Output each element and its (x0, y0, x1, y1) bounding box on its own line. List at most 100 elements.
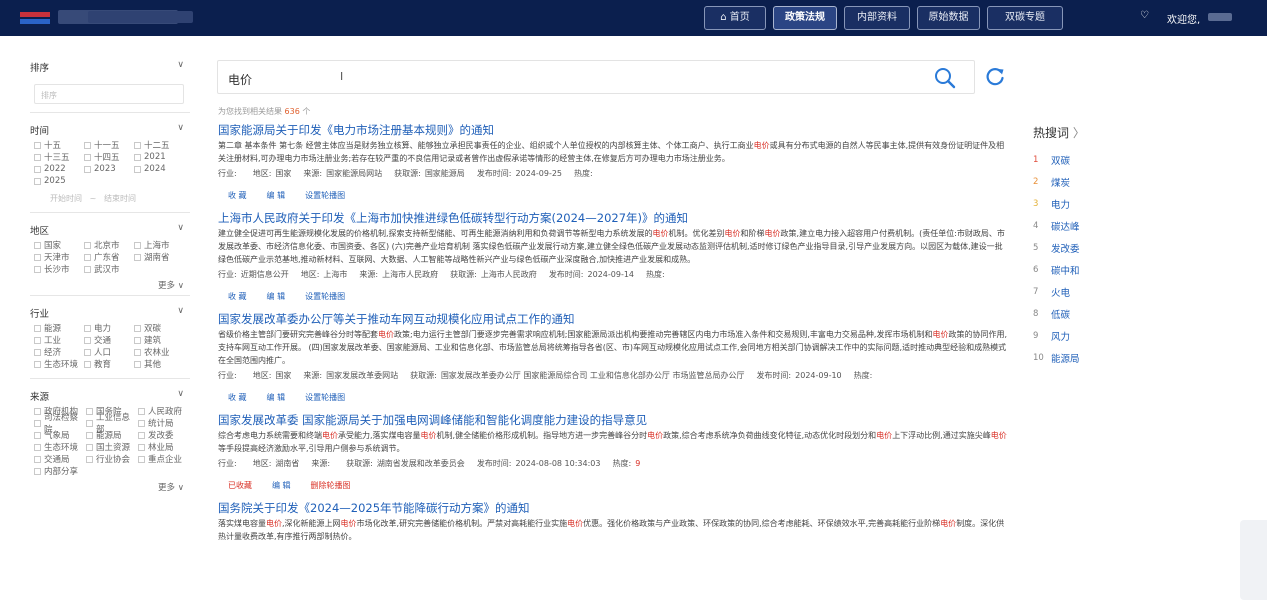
hot-search-item[interactable]: 5 发改委 (1033, 237, 1153, 259)
checkbox[interactable] (86, 419, 93, 427)
checkbox[interactable] (34, 265, 41, 273)
chevron-down-icon[interactable]: ∨ (177, 389, 184, 399)
edit-button[interactable]: 编 辑 (267, 392, 286, 404)
filter-option[interactable]: 工业信息部 (86, 413, 138, 435)
filter-option[interactable]: 统计局 (138, 417, 190, 429)
checkbox[interactable] (34, 336, 41, 344)
checkbox[interactable] (134, 360, 141, 368)
filter-option[interactable]: 武汉市 (84, 263, 134, 275)
search-icon[interactable] (934, 67, 956, 89)
checkbox[interactable] (134, 253, 141, 261)
hot-search-title[interactable]: 热搜词 〉 (1033, 124, 1153, 141)
checkbox[interactable] (134, 241, 141, 249)
heart-icon[interactable]: ♡ (1140, 10, 1149, 21)
filter-option[interactable]: 天津市 (34, 251, 84, 263)
filter-option[interactable]: 上海市 (134, 239, 184, 251)
hot-search-keyword[interactable]: 发改委 (1051, 241, 1080, 255)
filter-option[interactable]: 广东省 (84, 251, 134, 263)
source-more-button[interactable]: 更多 ∨ (30, 481, 190, 493)
filter-option[interactable]: 内部分享 (34, 465, 86, 477)
checkbox[interactable] (34, 467, 41, 475)
side-floating-toolbar[interactable] (1240, 520, 1267, 600)
checkbox[interactable] (138, 419, 145, 427)
filter-option[interactable]: 北京市 (84, 239, 134, 251)
checkbox[interactable] (134, 141, 141, 149)
nav-home[interactable]: ⌂ 首页 (704, 6, 766, 30)
hot-search-item[interactable]: 8 低碳 (1033, 303, 1153, 325)
checkbox[interactable] (134, 336, 141, 344)
checkbox[interactable] (138, 407, 145, 415)
filter-option[interactable]: 经济 (34, 346, 84, 358)
hot-search-keyword[interactable]: 电力 (1051, 197, 1070, 211)
favorite-button[interactable]: 收 藏 (228, 291, 247, 303)
nav-internal[interactable]: 内部资料 (844, 6, 910, 30)
filter-option[interactable]: 十一五 (84, 139, 134, 151)
filter-option[interactable]: 人民政府 (138, 405, 190, 417)
checkbox[interactable] (84, 360, 91, 368)
filter-option[interactable]: 建筑 (134, 334, 184, 346)
edit-button[interactable]: 编 辑 (272, 480, 291, 492)
checkbox[interactable] (134, 348, 141, 356)
checkbox[interactable] (86, 443, 93, 451)
filter-option[interactable]: 电力 (84, 322, 134, 334)
time-section-header[interactable]: 时间 ∨ (30, 123, 190, 139)
hot-search-item[interactable]: 10 能源局 (1033, 347, 1153, 369)
search-input[interactable]: 电价 I (217, 60, 975, 94)
filter-option[interactable]: 2025 (34, 175, 84, 187)
filter-option[interactable]: 双碳 (134, 322, 184, 334)
checkbox[interactable] (134, 165, 141, 173)
favorite-button[interactable]: 收 藏 (228, 392, 247, 404)
checkbox[interactable] (84, 153, 91, 161)
checkbox[interactable] (138, 455, 145, 463)
hot-search-item[interactable]: 7 火电 (1033, 281, 1153, 303)
industry-section-header[interactable]: 行业 ∨ (30, 306, 190, 322)
edit-button[interactable]: 编 辑 (267, 190, 286, 202)
filter-option[interactable]: 2024 (134, 163, 184, 175)
hot-search-item[interactable]: 4 碳达峰 (1033, 215, 1153, 237)
checkbox[interactable] (34, 431, 41, 439)
checkbox[interactable] (34, 241, 41, 249)
filter-option[interactable]: 林业局 (138, 441, 190, 453)
nav-policy[interactable]: 政策法规 (773, 6, 837, 30)
filter-option[interactable]: 工业 (34, 334, 84, 346)
checkbox[interactable] (138, 443, 145, 451)
checkbox[interactable] (134, 153, 141, 161)
filter-option[interactable]: 生态环境 (34, 441, 86, 453)
sort-select[interactable]: 排序 (34, 84, 184, 104)
filter-option[interactable]: 司法检察院 (34, 413, 86, 435)
region-more-button[interactable]: 更多 ∨ (30, 279, 190, 291)
favorite-button[interactable]: 收 藏 (228, 190, 247, 202)
search-query[interactable]: 电价 (228, 71, 252, 88)
checkbox[interactable] (84, 253, 91, 261)
favorite-button[interactable]: 已收藏 (228, 480, 252, 492)
hot-search-keyword[interactable]: 煤炭 (1051, 175, 1070, 189)
filter-option[interactable]: 能源局 (86, 429, 138, 441)
chevron-down-icon[interactable]: ∨ (177, 60, 184, 70)
hot-search-keyword[interactable]: 能源局 (1051, 351, 1080, 365)
filter-option[interactable]: 重点企业 (138, 453, 190, 465)
filter-option[interactable]: 人口 (84, 346, 134, 358)
source-section-header[interactable]: 来源 ∨ (30, 389, 190, 405)
result-title-link[interactable]: 国家能源局关于印发《电力市场注册基本规则》的通知 (218, 122, 1008, 138)
logo-icon[interactable] (18, 8, 54, 28)
filter-option[interactable]: 十五 (34, 139, 84, 151)
carousel-button[interactable]: 设置轮播图 (305, 190, 345, 202)
filter-option[interactable]: 能源 (34, 322, 84, 334)
edit-button[interactable]: 编 辑 (267, 291, 286, 303)
checkbox[interactable] (34, 443, 41, 451)
filter-option[interactable]: 气象局 (34, 429, 86, 441)
carousel-button[interactable]: 设置轮播图 (305, 392, 345, 404)
result-title-link[interactable]: 国务院关于印发《2024—2025年节能降碳行动方案》的通知 (218, 500, 1008, 516)
filter-option[interactable]: 湖南省 (134, 251, 184, 263)
filter-option[interactable]: 十二五 (134, 139, 184, 151)
filter-option[interactable]: 2023 (84, 163, 134, 175)
hot-search-keyword[interactable]: 火电 (1051, 285, 1070, 299)
filter-option[interactable]: 交通 (84, 334, 134, 346)
hot-search-keyword[interactable]: 双碳 (1051, 153, 1070, 167)
filter-option[interactable]: 交通局 (34, 453, 86, 465)
checkbox[interactable] (84, 265, 91, 273)
checkbox[interactable] (84, 241, 91, 249)
region-section-header[interactable]: 地区 ∨ (30, 223, 190, 239)
result-title-link[interactable]: 国家发展改革委办公厅等关于推动车网互动规模化应用试点工作的通知 (218, 311, 1008, 327)
filter-option[interactable]: 2021 (134, 151, 184, 163)
